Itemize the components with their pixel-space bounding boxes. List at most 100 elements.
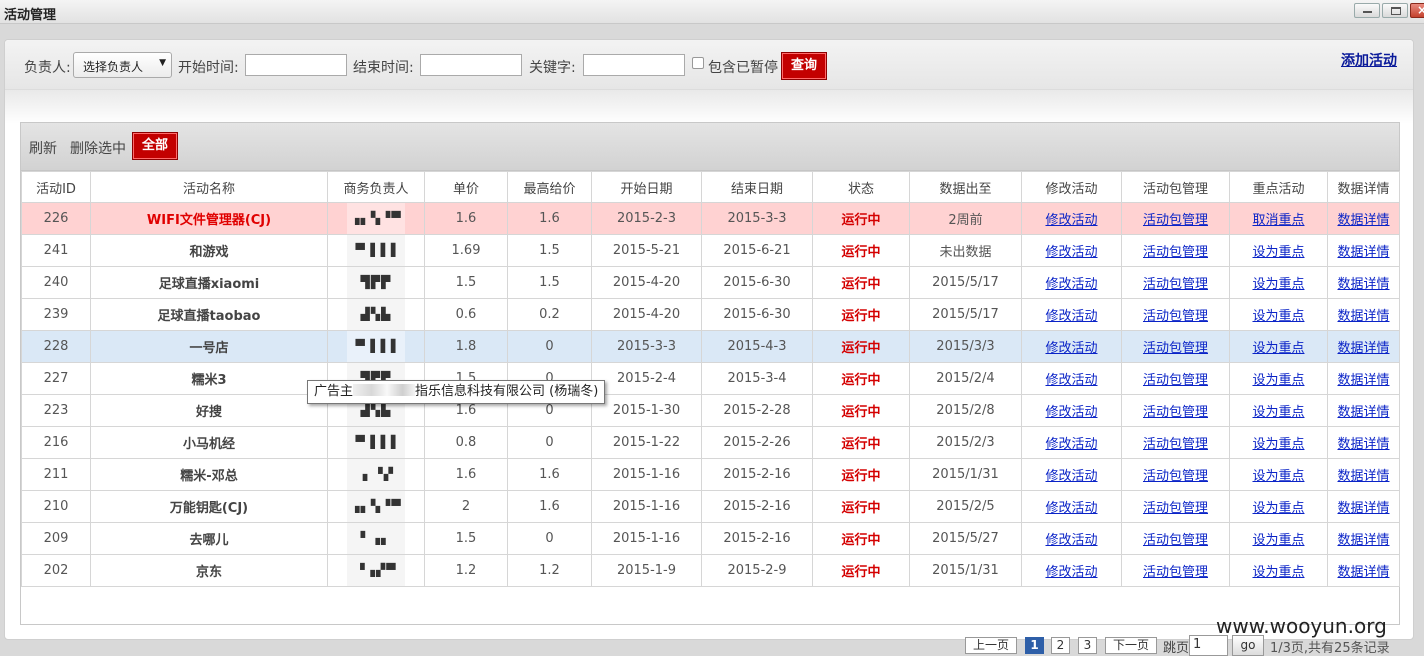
package-manage-link[interactable]: 活动包管理 (1121, 426, 1230, 459)
jump-page-input[interactable]: 1 (1189, 635, 1228, 656)
end-time-input[interactable] (420, 54, 522, 76)
table-row[interactable]: 211 糯米-邓总 ▗ ▝▞ 1.6 1.6 2015-1-16 2015-2-16 运行中 2… (21, 458, 1400, 491)
package-manage-link[interactable]: 活动包管理 (1121, 490, 1230, 523)
data-detail-link[interactable]: 数据详情 (1327, 330, 1400, 363)
data-detail-link[interactable]: 数据详情 (1327, 458, 1400, 491)
data-detail-link[interactable]: 数据详情 (1327, 298, 1400, 331)
all-button[interactable]: 全部 (132, 132, 178, 160)
edit-activity-link[interactable]: 修改活动 (1021, 330, 1122, 363)
data-detail-link[interactable]: 数据详情 (1327, 202, 1400, 235)
close-button[interactable]: × (1410, 3, 1424, 18)
go-button[interactable]: go (1232, 635, 1264, 656)
edit-activity-link[interactable]: 修改活动 (1021, 298, 1122, 331)
edit-activity-link[interactable]: 修改活动 (1021, 554, 1122, 587)
include-paused-checkbox[interactable] (692, 57, 704, 69)
data-detail-link[interactable]: 数据详情 (1327, 522, 1400, 555)
edit-activity-link[interactable]: 修改活动 (1021, 234, 1122, 267)
edit-activity-link[interactable]: 修改活动 (1021, 426, 1122, 459)
activity-name: 糯米-邓总 (90, 458, 328, 491)
edit-activity-link[interactable]: 修改活动 (1021, 490, 1122, 523)
end-time-label: 结束时间: (353, 60, 414, 76)
focus-toggle-link[interactable]: 设为重点 (1229, 266, 1328, 299)
unit-price: 1.8 (424, 330, 508, 363)
focus-toggle-link[interactable]: 设为重点 (1229, 362, 1328, 395)
keyword-input[interactable] (583, 54, 685, 76)
prev-page-button[interactable]: 上一页 (965, 637, 1017, 654)
edit-activity-link[interactable]: 修改活动 (1021, 394, 1122, 427)
table-row[interactable]: 216 小马机经 ▀▐▐▐ 0.8 0 2015-1-22 2015-2-26 运行中 2015… (21, 426, 1400, 459)
data-detail-link[interactable]: 数据详情 (1327, 234, 1400, 267)
focus-toggle-link[interactable]: 设为重点 (1229, 490, 1328, 523)
data-until: 2015/2/4 (909, 362, 1022, 395)
data-detail-link[interactable]: 数据详情 (1327, 490, 1400, 523)
focus-toggle-link[interactable]: 设为重点 (1229, 330, 1328, 363)
data-detail-link[interactable]: 数据详情 (1327, 266, 1400, 299)
data-detail-link[interactable]: 数据详情 (1327, 554, 1400, 587)
edit-activity-link[interactable]: 修改活动 (1021, 458, 1122, 491)
keyword-label: 关键字: (529, 60, 576, 76)
column-header: 数据详情 (1327, 171, 1400, 203)
next-page-button[interactable]: 下一页 (1105, 637, 1157, 654)
table-row[interactable]: 226 WIFI文件管理器(CJ) ▗▖▚▝▀ 1.6 1.6 2015-2-3 2015-… (21, 202, 1400, 235)
package-manage-link[interactable]: 活动包管理 (1121, 330, 1230, 363)
add-activity-link[interactable]: 添加活动 (1341, 50, 1397, 70)
table-body: 226 WIFI文件管理器(CJ) ▗▖▚▝▀ 1.6 1.6 2015-2-3 2015-… (21, 202, 1400, 587)
start-date: 2015-4-20 (591, 266, 702, 299)
package-manage-link[interactable]: 活动包管理 (1121, 362, 1230, 395)
data-detail-link[interactable]: 数据详情 (1327, 426, 1400, 459)
edit-activity-link[interactable]: 修改活动 (1021, 266, 1122, 299)
data-detail-link[interactable]: 数据详情 (1327, 394, 1400, 427)
table-row[interactable]: 210 万能钥匙(CJ) ▗▖▚▝▀ 2 1.6 2015-1-16 2015-2-16 运行… (21, 490, 1400, 523)
table-row[interactable]: 228 一号店 ▀▐▐▐ 1.8 0 2015-3-3 2015-4-3 运行中 2015/3/… (21, 330, 1400, 363)
table-row[interactable]: 239 足球直播taobao ▟▚▙ 0.6 0.2 2015-4-20 2015-6-30… (21, 298, 1400, 331)
table-row[interactable]: 227 糯米3 ▜▛▛ 1.5 0 2015-2-4 2015-3-4 运行中 2015/2/4… (21, 362, 1400, 395)
start-date: 2015-1-16 (591, 490, 702, 523)
manager-cell: ▝▗▞▀ (327, 554, 425, 587)
maximize-icon (1391, 7, 1401, 15)
page-3-button[interactable]: 3 (1078, 637, 1097, 654)
focus-toggle-link[interactable]: 设为重点 (1229, 394, 1328, 427)
start-date: 2015-1-30 (591, 394, 702, 427)
table-row[interactable]: 202 京东 ▝▗▞▀ 1.2 1.2 2015-1-9 2015-2-9 运行中 2015/1… (21, 554, 1400, 587)
table-row[interactable]: 240 足球直播xiaomi ▜▛▛ 1.5 1.5 2015-4-20 2015-6-30… (21, 266, 1400, 299)
activity-id: 241 (21, 234, 91, 267)
focus-toggle-link[interactable]: 设为重点 (1229, 234, 1328, 267)
focus-toggle-link[interactable]: 取消重点 (1229, 202, 1328, 235)
owner-select[interactable]: 选择负责人 ▼ (73, 52, 172, 78)
manager-cell: ▀▐▐▐ (327, 330, 425, 363)
package-manage-link[interactable]: 活动包管理 (1121, 458, 1230, 491)
start-time-input[interactable] (245, 54, 347, 76)
edit-activity-link[interactable]: 修改活动 (1021, 362, 1122, 395)
max-price: 0 (507, 522, 592, 555)
refresh-button[interactable]: 刷新 (29, 138, 57, 158)
package-manage-link[interactable]: 活动包管理 (1121, 234, 1230, 267)
focus-toggle-link[interactable]: 设为重点 (1229, 458, 1328, 491)
table-row[interactable]: 241 和游戏 ▀▐▐▐ 1.69 1.5 2015-5-21 2015-6-21 运行中 未出… (21, 234, 1400, 267)
package-manage-link[interactable]: 活动包管理 (1121, 522, 1230, 555)
max-price: 1.6 (507, 458, 592, 491)
data-until: 2015/5/17 (909, 266, 1022, 299)
edit-activity-link[interactable]: 修改活动 (1021, 522, 1122, 555)
package-manage-link[interactable]: 活动包管理 (1121, 202, 1230, 235)
package-manage-link[interactable]: 活动包管理 (1121, 298, 1230, 331)
page-1-button[interactable]: 1 (1025, 637, 1044, 654)
package-manage-link[interactable]: 活动包管理 (1121, 266, 1230, 299)
query-button[interactable]: 查询 (781, 52, 827, 80)
data-detail-link[interactable]: 数据详情 (1327, 362, 1400, 395)
page-2-button[interactable]: 2 (1051, 637, 1070, 654)
table-row[interactable]: 223 好搜 ▟▚▙ 1.6 0 2015-1-30 2015-2-28 运行中 2015/2/… (21, 394, 1400, 427)
table-row[interactable]: 209 去哪儿 ▘▗▖ 1.5 0 2015-1-16 2015-2-16 运行中 2015/5… (21, 522, 1400, 555)
focus-toggle-link[interactable]: 设为重点 (1229, 426, 1328, 459)
focus-toggle-link[interactable]: 设为重点 (1229, 522, 1328, 555)
delete-selected-button[interactable]: 删除选中 (70, 138, 126, 158)
package-manage-link[interactable]: 活动包管理 (1121, 554, 1230, 587)
minimize-button[interactable] (1354, 3, 1380, 18)
data-until: 2015/1/31 (909, 554, 1022, 587)
status-text: 运行中 (812, 202, 910, 235)
edit-activity-link[interactable]: 修改活动 (1021, 202, 1122, 235)
package-manage-link[interactable]: 活动包管理 (1121, 394, 1230, 427)
maximize-button[interactable] (1382, 3, 1408, 18)
focus-toggle-link[interactable]: 设为重点 (1229, 554, 1328, 587)
activity-id: 210 (21, 490, 91, 523)
focus-toggle-link[interactable]: 设为重点 (1229, 298, 1328, 331)
